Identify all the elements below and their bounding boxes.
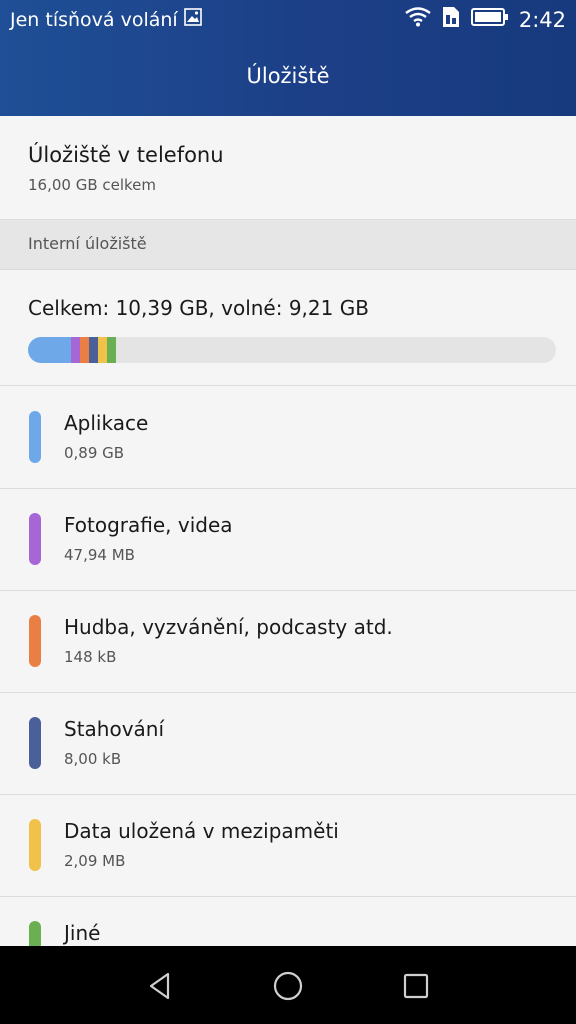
clock: 2:42 — [518, 7, 566, 32]
category-item-photos[interactable]: Fotografie, videa 47,94 MB — [0, 488, 576, 591]
status-bar: Jen tísňová volání 2:42 — [0, 0, 576, 40]
section-header: Interní úložiště — [0, 220, 576, 270]
category-color-indicator — [29, 819, 41, 871]
storage-summary: Celkem: 10,39 GB, volné: 9,21 GB — [0, 270, 576, 386]
storage-summary-text: Celkem: 10,39 GB, volné: 9,21 GB — [28, 296, 369, 320]
storage-usage-bar — [28, 337, 556, 363]
category-item-cache[interactable]: Data uložená v mezipaměti 2,09 MB — [0, 794, 576, 897]
recents-button[interactable] — [396, 966, 436, 1006]
sim-icon — [441, 6, 461, 33]
phone-storage-item[interactable]: Úložiště v telefonu 16,00 GB celkem — [0, 116, 576, 220]
phone-storage-subtitle: 16,00 GB celkem — [28, 176, 157, 194]
home-icon — [273, 971, 303, 1001]
image-icon — [183, 8, 202, 31]
usage-segment — [106, 337, 116, 363]
section-label: Interní úložiště — [28, 234, 147, 253]
usage-segment — [28, 337, 71, 363]
category-item-audio[interactable]: Hudba, vyzvánění, podcasty atd. 148 kB — [0, 590, 576, 693]
usage-segment — [97, 337, 107, 363]
category-size: 2,09 MB — [64, 852, 126, 870]
category-name: Hudba, vyzvánění, podcasty atd. — [64, 615, 393, 639]
category-color-indicator — [29, 513, 41, 565]
usage-segment — [88, 337, 98, 363]
back-button[interactable] — [140, 966, 180, 1006]
category-name: Fotografie, videa — [64, 513, 233, 537]
page-title: Úložiště — [246, 64, 330, 88]
category-size: 47,94 MB — [64, 546, 135, 564]
category-color-indicator — [29, 411, 41, 463]
category-size: 148 kB — [64, 648, 117, 666]
category-color-indicator — [29, 717, 41, 769]
recents-icon — [403, 973, 429, 999]
navigation-bar — [0, 946, 576, 1024]
wifi-icon — [405, 7, 431, 32]
category-size: 0,89 GB — [64, 444, 125, 462]
usage-segment — [79, 337, 89, 363]
battery-icon — [470, 7, 509, 32]
usage-segment — [70, 337, 80, 363]
back-icon — [149, 972, 170, 1000]
category-name: Jiné — [64, 921, 101, 945]
home-button[interactable] — [268, 966, 308, 1006]
category-color-indicator — [29, 615, 41, 667]
category-item-apps[interactable]: Aplikace 0,89 GB — [0, 386, 576, 489]
category-name: Aplikace — [64, 411, 149, 435]
category-size: 8,00 kB — [64, 750, 122, 768]
phone-storage-title: Úložiště v telefonu — [28, 143, 224, 167]
category-item-downloads[interactable]: Stahování 8,00 kB — [0, 692, 576, 795]
carrier-text: Jen tísňová volání — [10, 8, 178, 31]
app-header: Jen tísňová volání 2:42 Úložiště — [0, 0, 576, 116]
category-name: Stahování — [64, 717, 165, 741]
category-name: Data uložená v mezipaměti — [64, 819, 339, 843]
